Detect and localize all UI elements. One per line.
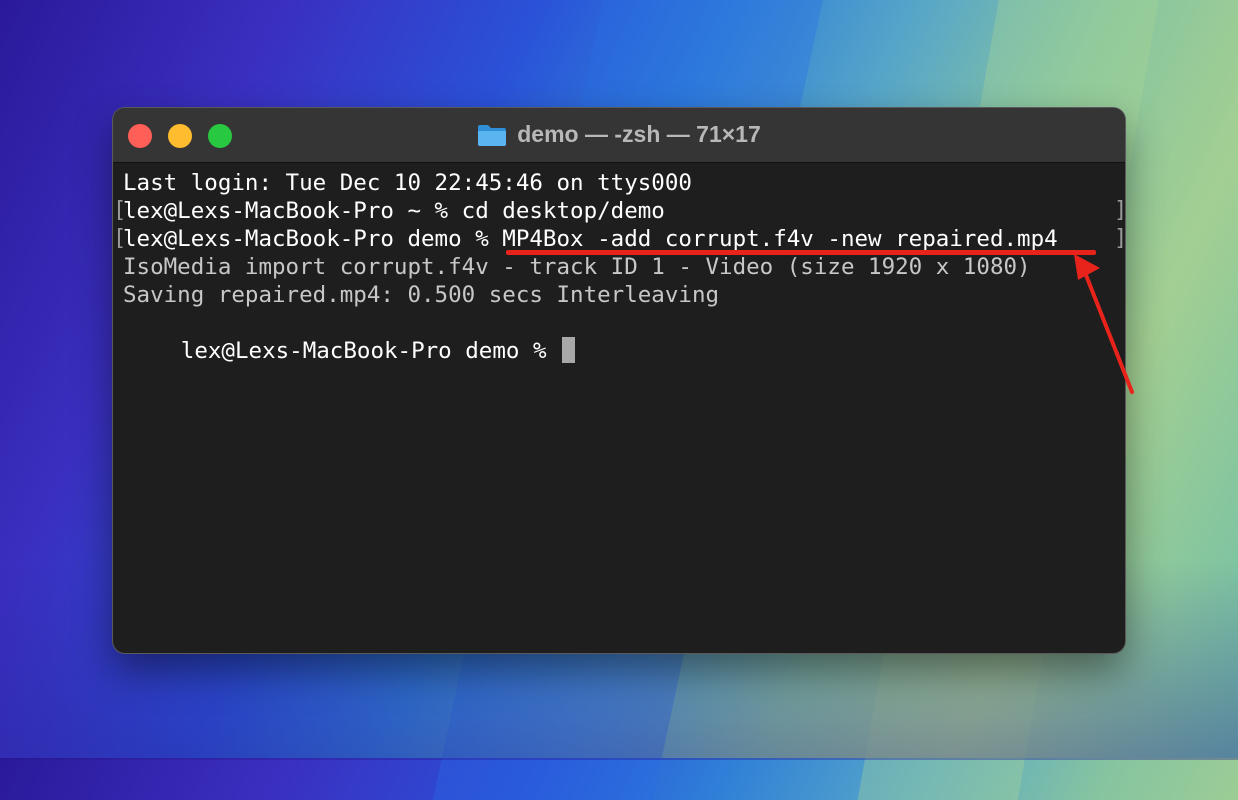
terminal-output[interactable]: Last login: Tue Dec 10 22:45:46 on ttys0… [113,163,1125,653]
text-cursor [562,337,576,363]
terminal-line: lex@Lexs-MacBook-Pro ~ % cd desktop/demo [123,198,665,224]
terminal-line: Saving repaired.mp4: 0.500 secs Interlea… [123,282,720,308]
terminal-line: IsoMedia import corrupt.f4v - track ID 1… [123,254,1031,280]
window-titlebar[interactable]: demo — -zsh — 71×17 [113,108,1125,163]
annotation-arrow-icon [1074,254,1134,394]
terminal-prompt-line[interactable]: lex@Lexs-MacBook-Pro demo % [123,309,576,364]
window-title: demo — -zsh — 71×17 [113,121,1125,153]
terminal-window[interactable]: demo — -zsh — 71×17 Last login: Tue Dec … [113,108,1125,653]
folder-icon [478,124,507,146]
terminal-prompt: lex@Lexs-MacBook-Pro demo % [180,338,561,364]
terminal-line: Last login: Tue Dec 10 22:45:46 on ttys0… [123,170,692,196]
annotation-underline [506,250,1096,255]
prompt-mark-right: ] [1114,197,1125,225]
window-title-text: demo — -zsh — 71×17 [517,121,761,147]
terminal-line: lex@Lexs-MacBook-Pro demo % MP4Box -add … [123,226,1058,252]
prompt-mark-right: ] [1114,225,1125,253]
